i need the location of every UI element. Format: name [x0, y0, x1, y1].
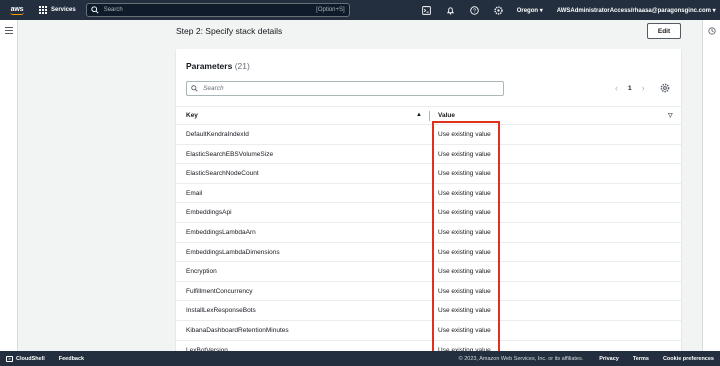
- parameters-panel: Parameters (21) Search ‹ 1 › Key ▲ Value…: [176, 49, 681, 361]
- table-row: KibanaDashboardRetentionMinutes Use exist…: [176, 321, 681, 341]
- aws-logo[interactable]: aws: [5, 6, 29, 15]
- table-preferences-gear-icon[interactable]: [660, 83, 670, 93]
- copyright-text: © 2023, Amazon Web Services, Inc. or its…: [458, 355, 584, 362]
- parameters-search-input[interactable]: Search: [186, 81, 504, 96]
- parameter-key: ElasticSearchEBSVolumeSize: [186, 150, 274, 158]
- table-row: InstallLexResponseBots Use existing value: [176, 301, 681, 321]
- table-row: Email Use existing value: [176, 184, 681, 204]
- parameters-table-body: DefaultKendraIndexId Use existing value E…: [176, 125, 681, 361]
- parameter-key: EmbeddingsApi: [186, 209, 232, 217]
- account-menu[interactable]: AWSAdministratorAccess/rhaasa@paragonsgi…: [557, 7, 716, 14]
- search-shortcut-hint: [Option+S]: [316, 7, 345, 13]
- help-icon[interactable]: ?: [470, 5, 480, 15]
- parameter-key: DefaultKendraIndexId: [186, 131, 249, 138]
- column-resize-handle[interactable]: [429, 111, 430, 121]
- cloudshell-icon[interactable]: [422, 5, 432, 15]
- edit-button[interactable]: Edit: [647, 23, 681, 39]
- parameter-key: KibanaDashboardRetentionMinutes: [186, 326, 289, 334]
- sort-descending-icon[interactable]: ▽: [668, 112, 673, 119]
- current-page-number[interactable]: 1: [628, 85, 632, 92]
- search-icon: [91, 6, 99, 14]
- parameter-key: EmbeddingsLambdaArn: [186, 228, 256, 236]
- sort-ascending-icon[interactable]: ▲: [416, 112, 422, 118]
- aws-smile-icon: [10, 12, 24, 15]
- clock-icon[interactable]: [708, 27, 716, 35]
- table-row: EmbeddingsLambdaArn Use existing value: [176, 223, 681, 243]
- table-row: Encryption Use existing value: [176, 262, 681, 282]
- search-placeholder: Search: [103, 7, 123, 13]
- console-footer: > CloudShell Feedback © 2023, Amazon Web…: [0, 351, 720, 366]
- pagination: ‹ 1 ›: [615, 83, 645, 93]
- column-header-key[interactable]: Key: [186, 112, 198, 119]
- terms-link[interactable]: Terms: [633, 356, 649, 362]
- feedback-link[interactable]: Feedback: [59, 356, 84, 362]
- column-header-value[interactable]: Value: [438, 112, 455, 119]
- parameter-key: InstallLexResponseBots: [186, 307, 256, 315]
- notifications-bell-icon[interactable]: [446, 5, 456, 15]
- region-selector[interactable]: Oregon ▾: [517, 7, 543, 14]
- global-search-input[interactable]: Search [Option+S]: [85, 3, 350, 17]
- value-column-highlight-box: [432, 121, 500, 355]
- parameter-key: FulfillmentConcurrency: [186, 287, 253, 295]
- parameters-title: Parameters: [186, 61, 233, 71]
- terminal-icon: >: [6, 355, 13, 362]
- table-row: ElasticSearchEBSVolumeSize Use existing v…: [176, 145, 681, 165]
- parameter-key: Email: [186, 189, 203, 197]
- settings-gear-icon[interactable]: [494, 5, 504, 15]
- privacy-link[interactable]: Privacy: [599, 356, 619, 362]
- cookie-preferences-link[interactable]: Cookie preferences: [663, 356, 714, 362]
- parameters-count: (21): [234, 61, 250, 71]
- parameter-key: Encryption: [186, 268, 217, 276]
- search-icon: [191, 85, 198, 92]
- services-label: Services: [51, 7, 76, 13]
- svg-text:?: ?: [473, 8, 476, 14]
- parameters-search-placeholder: Search: [203, 85, 224, 92]
- step-title: Step 2: Specify stack details: [176, 26, 283, 36]
- table-header: Key ▲ Value ▽: [176, 106, 681, 125]
- top-navigation: aws Services Search [Option+S] ? Oregon …: [0, 0, 720, 20]
- previous-page-icon[interactable]: ‹: [615, 83, 618, 93]
- table-row: DefaultKendraIndexId Use existing value: [176, 125, 681, 145]
- cloudshell-label: CloudShell: [16, 355, 45, 362]
- table-row: EmbeddingsLambdaDimensions Use existing v…: [176, 243, 681, 263]
- grid-icon: [39, 6, 47, 14]
- parameters-heading: Parameters (21): [186, 61, 250, 71]
- table-row: ElasticSearchNodeCount Use existing value: [176, 164, 681, 184]
- table-row: FulfillmentConcurrency Use existing value: [176, 282, 681, 302]
- right-utility-rail: [702, 20, 720, 351]
- parameter-key: EmbeddingsLambdaDimensions: [186, 248, 280, 256]
- services-menu-button[interactable]: Services: [39, 6, 76, 14]
- menu-hamburger-icon[interactable]: [5, 27, 13, 36]
- cloudshell-button[interactable]: > CloudShell: [6, 355, 45, 362]
- left-navigation-rail: [0, 20, 18, 351]
- parameter-key: ElasticSearchNodeCount: [186, 170, 259, 178]
- table-row: EmbeddingsApi Use existing value: [176, 203, 681, 223]
- next-page-icon[interactable]: ›: [642, 83, 645, 93]
